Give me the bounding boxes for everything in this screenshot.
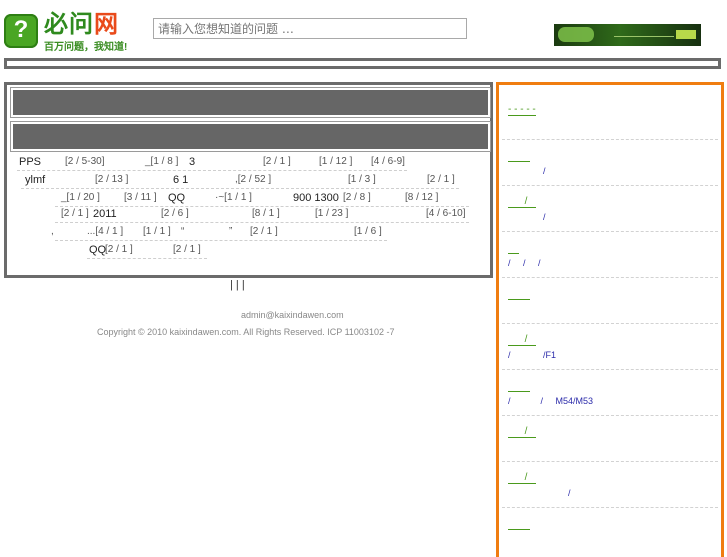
row-divider [21,188,459,189]
sidebar-question-title[interactable] [508,518,531,530]
row-divider [55,222,469,223]
sidebar-divider [502,277,718,278]
question-item[interactable]: [1 / 6 ] [354,226,382,238]
question-item[interactable]: _[1 / 20 ] [61,192,100,204]
row-divider [87,258,207,259]
banner-logo-icon [558,27,594,42]
sidebar-question-meta: / [508,166,546,176]
footer-links[interactable]: | | | [230,279,245,291]
sidebar-question-item[interactable] [508,283,718,303]
question-item[interactable]: [2 / 1 ] [105,244,133,256]
question-item[interactable]: [3 / 11 ] [124,192,157,204]
question-list-panel: PPS [2 / 5-30] _[1 / 8 ] 3 [2 / 1 ] [1 / 12 ]… [4,82,493,278]
sidebar-question-item[interactable]: / / [508,191,718,223]
question-item[interactable]: “ [181,226,184,238]
sidebar-question-item[interactable]: / / / [508,237,718,269]
question-item[interactable]: 3 [189,156,195,168]
copyright-text: Copyright © 2010 kaixindawen.com. All Ri… [97,327,395,337]
question-item[interactable]: QQ [168,192,185,204]
sidebar-question-meta: / / / [508,258,541,268]
sidebar-question-title[interactable]: - - - - - [508,104,536,116]
question-item[interactable]: [2 / 1 ] [173,244,201,256]
sidebar-question-meta: / [508,212,546,222]
sidebar-question-meta: / /F1 [508,350,557,360]
sidebar-question-item[interactable]: / / M54/M53 [508,375,718,407]
sidebar-divider [502,507,718,508]
sidebar-question-meta: / / M54/M53 [508,396,594,406]
question-item[interactable]: [2 / 1 ] [427,174,455,186]
question-item[interactable]: _[1 / 8 ] [145,156,178,168]
sidebar-question-item[interactable]: / [508,421,718,441]
sidebar-question-title[interactable]: / [508,426,536,438]
question-item[interactable]: ,[2 / 52 ] [235,174,271,186]
question-item[interactable]: [2 / 6 ] [161,208,189,220]
sidebar-divider [502,185,718,186]
question-item[interactable]: [1 / 1 ] [143,226,171,238]
top-nav-bar [4,58,721,69]
question-item[interactable]: [4 / 6-10] [426,208,465,220]
sidebar-question-title[interactable] [508,242,520,254]
question-item[interactable]: ...[4 / 1 ] [87,226,123,238]
sidebar-question-title[interactable] [508,288,531,300]
sidebar-question-title[interactable]: / [508,334,536,346]
question-item[interactable]: 2011 [93,208,117,220]
sidebar-question-title[interactable]: / [508,196,536,208]
question-item[interactable]: [8 / 12 ] [405,192,438,204]
question-item[interactable]: , [51,226,54,238]
question-item[interactable]: [2 / 1 ] [61,208,89,220]
sidebar-divider [502,231,718,232]
sidebar-divider [502,369,718,370]
related-questions-sidebar: - - - - - / / / / / / / / /F1 / / M54/M5… [496,82,724,557]
logo-text: 必问网 [44,11,119,38]
question-mark-icon: ? [4,14,38,48]
question-item[interactable]: ” [229,226,232,238]
question-item[interactable]: 900 1300 [293,192,339,204]
question-item[interactable]: [1 / 23 ] [315,208,348,220]
question-item[interactable]: 6 1 [173,174,188,186]
question-item[interactable]: [1 / 3 ] [348,174,376,186]
sidebar-question-item[interactable] [508,513,718,533]
site-logo[interactable]: ? 必问网 百万问题，我知道! [4,11,132,53]
question-item[interactable]: QQ [89,244,106,256]
question-list: PPS [2 / 5-30] _[1 / 8 ] 3 [2 / 1 ] [1 / 12 ]… [7,85,490,275]
question-item[interactable]: [2 / 1 ] [263,156,291,168]
sidebar-divider [502,415,718,416]
sidebar-question-meta: / [508,488,571,498]
banner-tag-icon [676,30,696,39]
sidebar-question-item[interactable]: / / [508,467,718,499]
question-item[interactable]: [8 / 1 ] [252,208,280,220]
row-divider [55,206,469,207]
row-divider [55,240,387,241]
sidebar-question-title[interactable]: / [508,472,536,484]
sidebar-divider [502,139,718,140]
sidebar-divider [502,461,718,462]
question-item[interactable]: [1 / 12 ] [319,156,352,168]
question-item[interactable]: [2 / 5-30] [65,156,104,168]
sidebar-divider [502,323,718,324]
question-item[interactable]: [2 / 8 ] [343,192,371,204]
sidebar-question-item[interactable]: / / /F1 [508,329,718,361]
sidebar-question-title[interactable] [508,380,531,392]
question-item[interactable]: [2 / 1 ] [250,226,278,238]
sidebar-question-title[interactable] [508,150,531,162]
question-item[interactable]: PPS [19,156,41,168]
question-item[interactable]: [4 / 6-9] [371,156,405,168]
search-input[interactable] [153,18,467,39]
sidebar-question-item[interactable]: - - - - - [508,99,718,119]
question-item[interactable]: ylmf [25,174,45,186]
question-item[interactable]: [2 / 13 ] [95,174,128,186]
question-item[interactable]: ·~[1 / 1 ] [215,192,252,204]
contact-email[interactable]: admin@kaixindawen.com [241,310,344,320]
banner-divider [614,36,674,37]
row-divider [17,170,407,171]
sidebar-question-item[interactable]: / [508,145,718,177]
ad-banner[interactable] [554,24,701,46]
logo-slogan: 百万问题，我知道! [44,42,128,53]
